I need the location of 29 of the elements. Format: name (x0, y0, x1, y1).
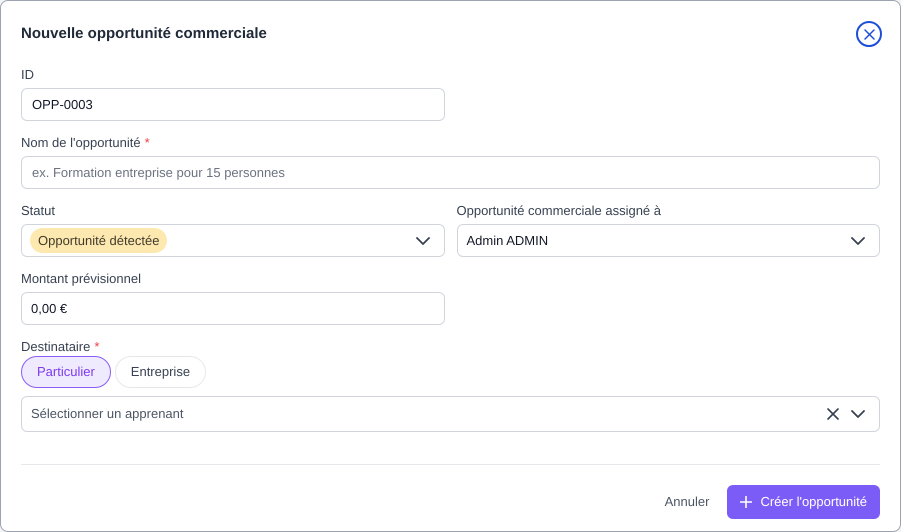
chevron-down-icon (851, 410, 865, 418)
dialog-title: Nouvelle opportunité commerciale (21, 24, 267, 44)
status-select[interactable]: Opportunité détectée (21, 224, 444, 257)
field-label: Nom de l'opportunité (21, 134, 141, 152)
id-field[interactable]: OPP-0003 (21, 88, 445, 121)
field-label: ID (21, 66, 34, 84)
clear-icon[interactable] (827, 408, 839, 420)
recipient-toggle[interactable]: Entreprise (114, 356, 206, 388)
amount-field[interactable]: 0,00 € (21, 292, 445, 325)
required-mark: * (144, 134, 150, 152)
required-mark: * (94, 338, 100, 356)
close-button[interactable] (856, 21, 882, 47)
field-label: Statut (21, 202, 55, 220)
learner-placeholder: Sélectionner un apprenant (31, 405, 184, 424)
recipient-toggle[interactable]: Particulier (21, 356, 111, 388)
status-badge: Opportunité détectée (30, 228, 168, 254)
close-icon (864, 28, 874, 40)
chevron-down-icon (851, 236, 865, 244)
field-label: Destinataire (21, 338, 90, 356)
name-field[interactable]: ex. Formation entreprise pour 15 personnes (21, 156, 880, 189)
cancel-button[interactable]: Annuler (662, 492, 712, 512)
plus-icon (740, 496, 752, 508)
field-label: Montant prévisionnel (21, 270, 141, 288)
assignee-select[interactable]: Admin ADMIN (456, 224, 880, 257)
create-button[interactable]: Créer l'opportunité (727, 485, 880, 519)
chevron-down-icon (416, 236, 430, 244)
assignee-value: Admin ADMIN (466, 232, 548, 250)
learner-select[interactable]: Sélectionner un apprenant (21, 396, 880, 432)
field-label: Opportunité commerciale assigné à (456, 202, 661, 220)
